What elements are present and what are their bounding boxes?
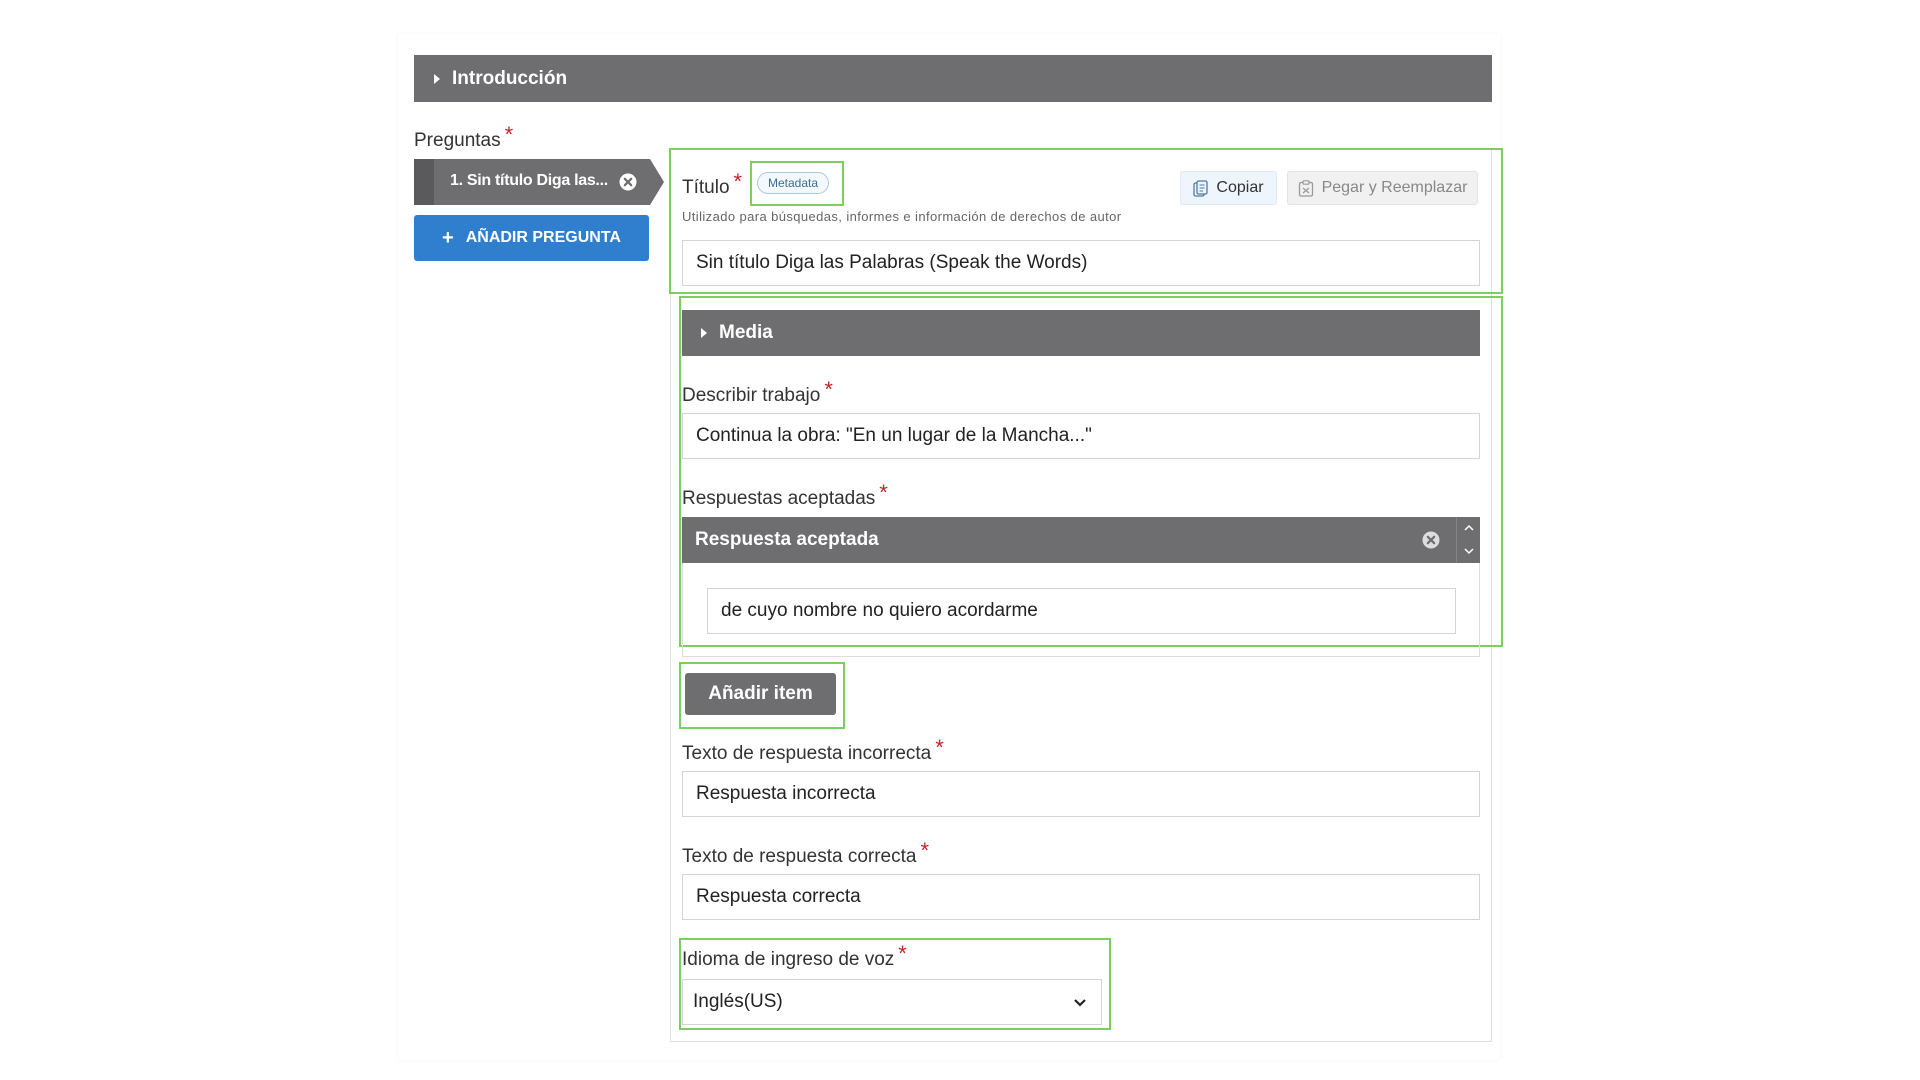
reorder-controls xyxy=(1456,517,1480,563)
tab-handle xyxy=(414,159,434,205)
voice-language-value: Inglés(US) xyxy=(693,991,783,1012)
copy-button[interactable]: Copiar xyxy=(1180,171,1277,205)
accepted-label: Respuestas aceptadas xyxy=(682,488,876,509)
paste-replace-label: Pegar y Reemplazar xyxy=(1321,179,1468,196)
questions-label: Preguntas xyxy=(414,130,501,151)
required-mark: * xyxy=(504,122,514,147)
question-tab-label: 1. Sin título Diga las... xyxy=(450,172,608,189)
required-mark: * xyxy=(824,377,833,402)
voice-language-select[interactable]: Inglés(US) xyxy=(682,979,1102,1025)
accepted-heading: Respuestas aceptadas * xyxy=(682,480,888,510)
incorrect-input[interactable]: Respuesta incorrecta xyxy=(682,771,1480,817)
describe-label: Describir trabajo xyxy=(682,385,821,406)
required-mark: * xyxy=(935,735,944,760)
chevron-down-icon xyxy=(1074,998,1086,1007)
expand-arrow-icon xyxy=(434,73,440,84)
required-mark: * xyxy=(879,480,888,505)
title-input[interactable]: Sin título Diga las Palabras (Speak the … xyxy=(682,240,1480,286)
questions-heading: Preguntas * xyxy=(414,122,513,152)
accepted-item-header[interactable]: Respuesta aceptada xyxy=(682,517,1456,563)
voice-language-heading: Idioma de ingreso de voz * xyxy=(682,941,907,971)
title-heading: Título * xyxy=(682,169,742,199)
introduction-bar[interactable]: Introducción xyxy=(414,55,1492,102)
introduction-label: Introducción xyxy=(452,67,568,89)
chevron-down-icon[interactable] xyxy=(1464,547,1474,555)
correct-input[interactable]: Respuesta correcta xyxy=(682,874,1480,920)
incorrect-label: Texto de respuesta incorrecta xyxy=(682,743,932,764)
media-bar[interactable]: Media xyxy=(682,310,1480,356)
required-mark: * xyxy=(920,838,930,863)
expand-arrow-icon xyxy=(701,328,707,338)
metadata-button[interactable]: Metadata xyxy=(757,172,829,194)
accepted-answer-input[interactable]: de cuyo nombre no quiero acordarme xyxy=(707,588,1456,634)
required-mark: * xyxy=(898,941,907,966)
voice-language-label: Idioma de ingreso de voz xyxy=(682,949,895,970)
title-help-text: Utilizado para búsquedas, informes e inf… xyxy=(682,209,1122,224)
media-label: Media xyxy=(719,322,773,343)
correct-label: Texto de respuesta correcta xyxy=(682,846,917,867)
accepted-item-title: Respuesta aceptada xyxy=(695,529,879,550)
describe-input[interactable]: Continua la obra: "En un lugar de la Man… xyxy=(682,413,1480,459)
remove-accepted-icon[interactable] xyxy=(1422,531,1440,549)
incorrect-heading: Texto de respuesta incorrecta * xyxy=(682,735,944,765)
remove-question-icon[interactable] xyxy=(619,173,637,191)
add-question-label: AÑADIR PREGUNTA xyxy=(465,229,621,246)
paste-icon xyxy=(1298,179,1313,197)
correct-heading: Texto de respuesta correcta * xyxy=(682,838,929,868)
describe-heading: Describir trabajo * xyxy=(682,377,833,407)
tab-pointer xyxy=(650,159,664,205)
required-mark: * xyxy=(733,169,743,194)
chevron-up-icon[interactable] xyxy=(1464,524,1474,532)
title-label: Título xyxy=(682,177,730,198)
add-question-button[interactable]: + AÑADIR PREGUNTA xyxy=(414,215,649,261)
paste-replace-button[interactable]: Pegar y Reemplazar xyxy=(1287,171,1478,205)
plus-icon: + xyxy=(442,227,454,249)
copy-icon xyxy=(1193,179,1209,197)
question-tab-1[interactable]: 1. Sin título Diga las... xyxy=(414,159,664,205)
add-item-button[interactable]: Añadir item xyxy=(685,673,836,715)
copy-label: Copiar xyxy=(1216,179,1264,196)
